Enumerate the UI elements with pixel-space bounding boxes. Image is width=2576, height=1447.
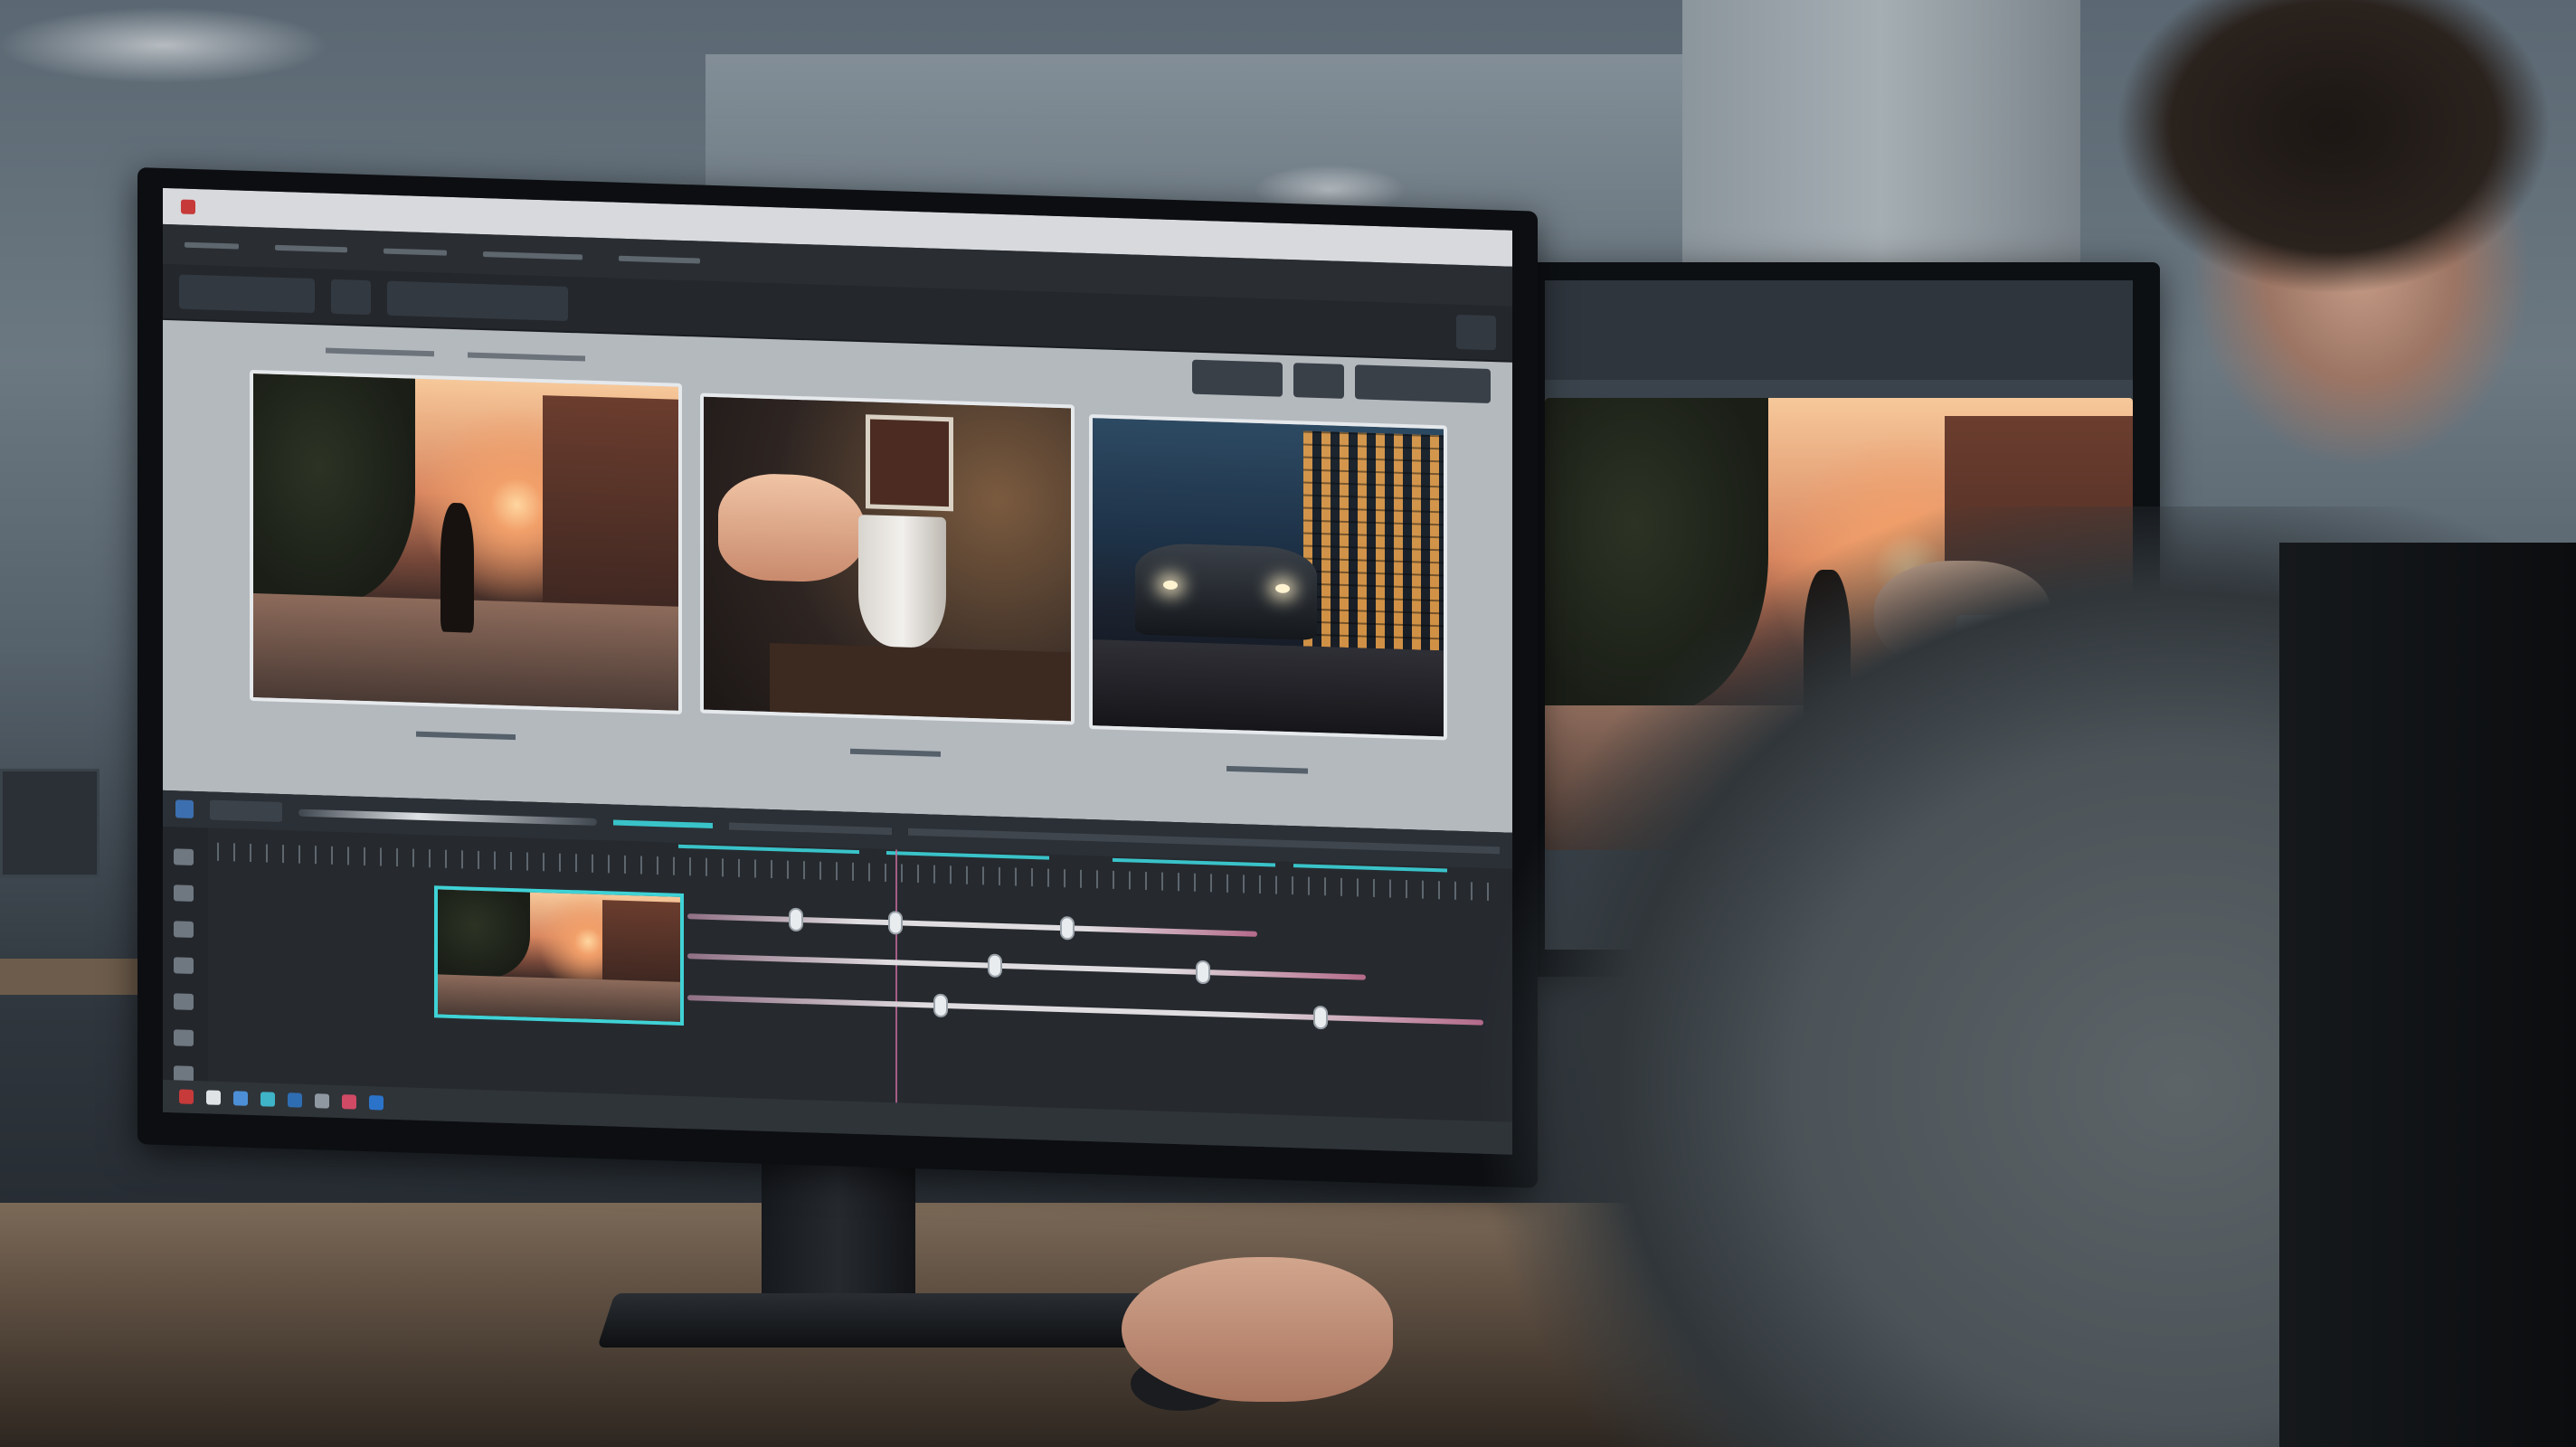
- menu-item[interactable]: [384, 248, 447, 256]
- keyframe-handle[interactable]: [888, 911, 903, 935]
- office-chair: [2279, 543, 2576, 1447]
- background-shelf: [0, 769, 99, 877]
- keyframe-handle[interactable]: [933, 993, 948, 1018]
- timeline-panel: [163, 790, 1512, 1155]
- cup-scene-table: [770, 642, 1071, 722]
- menu-item[interactable]: [275, 244, 347, 253]
- marker-tool-icon[interactable]: [174, 1029, 194, 1046]
- app-icon: [181, 199, 195, 215]
- car-headlight: [1274, 583, 1290, 593]
- toolbar-icon[interactable]: [1456, 314, 1496, 351]
- toolbar-check-icon[interactable]: [331, 279, 371, 316]
- clip-label: [1226, 765, 1308, 774]
- viewer-heading: [326, 342, 586, 366]
- taskbar-app-icon[interactable]: [369, 1095, 384, 1111]
- toolbar-button[interactable]: [387, 280, 568, 321]
- taskbar: [163, 1079, 1512, 1155]
- car-headlight: [1162, 580, 1178, 590]
- street-walker: [440, 502, 475, 633]
- toolbar-button[interactable]: [179, 274, 315, 314]
- side-monitor-header: [1545, 280, 2133, 380]
- clip-bin-viewer: [163, 319, 1512, 833]
- clip-building: [602, 899, 680, 992]
- taskbar-app-icon[interactable]: [179, 1089, 194, 1104]
- trim-tool-icon[interactable]: [174, 921, 194, 938]
- night-car: [1134, 542, 1318, 640]
- taskbar-app-icon[interactable]: [342, 1094, 356, 1110]
- menu-item[interactable]: [185, 241, 239, 250]
- viewer-tools: [1192, 359, 1491, 404]
- view-mode-button[interactable]: [1192, 359, 1283, 397]
- playhead[interactable]: [895, 849, 897, 1121]
- cup-scene-picture: [865, 414, 954, 511]
- keyframe-handle[interactable]: [1060, 916, 1075, 941]
- keyframe-handle[interactable]: [1196, 960, 1210, 985]
- clip-road: [438, 974, 680, 1022]
- taskbar-app-icon[interactable]: [233, 1091, 248, 1106]
- main-monitor: [137, 167, 1538, 1188]
- timeline-tool-column: [163, 826, 208, 1114]
- keyframe-handle[interactable]: [789, 907, 803, 932]
- menu-item[interactable]: [483, 251, 582, 260]
- person-hand: [1122, 1257, 1393, 1402]
- cup-scene-mug: [857, 514, 946, 648]
- sort-dropdown[interactable]: [1355, 364, 1491, 404]
- timeline-mode-icon[interactable]: [175, 799, 194, 818]
- grid-toggle-button[interactable]: [1293, 363, 1344, 399]
- monitor-stand-base: [597, 1293, 1176, 1348]
- menu-item[interactable]: [619, 255, 700, 264]
- razor-tool-icon[interactable]: [174, 848, 194, 865]
- keyframe-handle[interactable]: [988, 953, 1002, 979]
- timecode-display: [210, 799, 282, 823]
- taskbar-app-icon[interactable]: [315, 1093, 329, 1109]
- video-editor-window: [163, 187, 1512, 1155]
- taskbar-app-icon[interactable]: [288, 1092, 302, 1108]
- clip-trees: [438, 889, 530, 980]
- zoom-slider[interactable]: [298, 809, 597, 826]
- keyframe-track[interactable]: [687, 953, 1366, 980]
- street-trees: [253, 374, 415, 606]
- keyframe-track[interactable]: [687, 995, 1483, 1026]
- track-marker: [613, 819, 713, 828]
- keyframe-handle[interactable]: [1313, 1005, 1328, 1030]
- keyframe-track[interactable]: [687, 913, 1257, 937]
- taskbar-app-icon[interactable]: [206, 1090, 221, 1105]
- street-building: [542, 395, 678, 633]
- text-tool-icon[interactable]: [174, 993, 194, 1010]
- timeline-clip-selected[interactable]: [434, 885, 684, 1026]
- clip-thumbnail-street[interactable]: [250, 369, 682, 714]
- clip-label: [850, 748, 941, 757]
- audio-tool-icon[interactable]: [174, 957, 194, 974]
- clip-thumbnail-coffee[interactable]: [700, 392, 1075, 725]
- clip-label: [416, 731, 516, 741]
- cup-scene-hand: [718, 472, 866, 583]
- select-tool-icon[interactable]: [174, 884, 194, 902]
- taskbar-app-icon[interactable]: [260, 1092, 275, 1107]
- scrub-bar[interactable]: [729, 822, 892, 836]
- person-hair: [2080, 0, 2576, 298]
